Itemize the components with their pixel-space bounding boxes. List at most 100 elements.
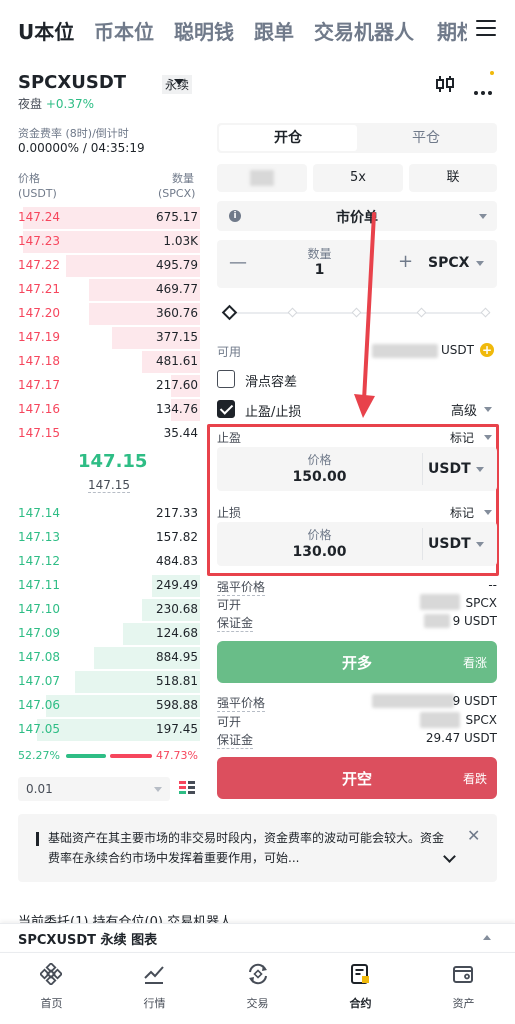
bid-row[interactable]: 147.07 518.81	[0, 670, 210, 694]
close-icon[interactable]: ✕	[467, 826, 480, 845]
margin-asset-select[interactable]	[217, 164, 307, 192]
bid-row[interactable]: 147.05 197.45	[0, 718, 210, 742]
nav-trade[interactable]: 交易	[206, 953, 309, 1024]
ask-row[interactable]: 147.21 469.77	[0, 278, 210, 302]
open-close-toggle: 开仓 平仓	[217, 123, 497, 153]
bid-row[interactable]: 147.06 598.88	[0, 694, 210, 718]
tab-options[interactable]: 期权	[437, 16, 467, 45]
nav-assets[interactable]: 资产	[412, 953, 515, 1024]
ask-row[interactable]: 147.20 360.76	[0, 302, 210, 326]
symbol-title[interactable]: SPCXUSDT	[18, 72, 126, 93]
ask-row[interactable]: 147.15 35.44	[0, 422, 210, 446]
short-open-unit: SPCX	[465, 713, 497, 727]
candlestick-chart-icon[interactable]	[434, 74, 456, 94]
ask-qty: 377.15	[156, 330, 198, 344]
bid-row[interactable]: 147.08 884.95	[0, 646, 210, 670]
tpsl-checkbox[interactable]	[217, 400, 235, 418]
tp-unit-select[interactable]: USDT	[428, 461, 471, 477]
available-label: 可用	[217, 345, 242, 359]
open-short-button[interactable]: 开空 看跌	[217, 757, 497, 799]
slider-handle[interactable]	[221, 304, 238, 321]
order-type-select[interactable]: i 市价单	[217, 201, 497, 231]
ask-price: 147.23	[18, 234, 60, 248]
bid-price: 147.12	[18, 554, 60, 568]
slider-tick[interactable]	[416, 307, 427, 318]
ask-row[interactable]: 147.22 495.79	[0, 254, 210, 278]
nav-home[interactable]: 首页	[0, 953, 103, 1024]
long-margin-label: 保证金	[217, 616, 254, 632]
nav-markets[interactable]: 行情	[103, 953, 206, 1024]
slippage-label: 滑点容差	[245, 375, 298, 390]
orderbook-layout-icon[interactable]	[178, 779, 196, 797]
ask-qty: 217.60	[156, 378, 198, 392]
bid-row[interactable]: 147.09 124.68	[0, 622, 210, 646]
ask-row[interactable]: 147.23 1.03K	[0, 230, 210, 254]
sl-trigger-select[interactable]: 标记	[450, 504, 474, 521]
margin-mode-button[interactable]: 联	[409, 164, 497, 192]
tab-close-position[interactable]: 平仓	[357, 125, 495, 151]
tp-price-value[interactable]: 150.00	[217, 469, 422, 485]
trade-exchange-icon	[249, 963, 267, 985]
last-price[interactable]: 147.15	[78, 451, 147, 472]
sl-price-input[interactable]: 价格 130.00 USDT	[217, 522, 497, 566]
bid-price: 147.13	[18, 530, 60, 544]
add-funds-icon[interactable]: +	[480, 343, 494, 357]
bid-row[interactable]: 147.13 157.82	[0, 526, 210, 550]
sell-ratio-bar	[110, 754, 152, 758]
bid-qty: 124.68	[156, 626, 198, 640]
ob-qty-unit: (SPCX)	[158, 187, 196, 200]
bearish-label: 看跌	[462, 772, 487, 786]
slider-tick[interactable]	[351, 307, 362, 318]
slider-tick[interactable]	[287, 307, 298, 318]
orders-tabs-row[interactable]: 当前委托(1) 持有仓位(0) 交易机器人	[18, 911, 497, 923]
tab-open-position[interactable]: 开仓	[219, 125, 357, 151]
bid-row[interactable]: 147.10 230.68	[0, 598, 210, 622]
notice-bar-icon	[36, 832, 39, 846]
short-margin-label: 保证金	[217, 733, 254, 749]
ask-row[interactable]: 147.24 675.17	[0, 206, 210, 230]
slider-tick[interactable]	[480, 307, 491, 318]
ask-qty: 35.44	[163, 426, 198, 440]
bid-row[interactable]: 147.11 249.49	[0, 574, 210, 598]
sl-price-value[interactable]: 130.00	[217, 544, 422, 560]
tab-copy-trading[interactable]: 跟单	[254, 16, 294, 45]
tab-usdm[interactable]: U本位	[18, 16, 74, 45]
funding-rate-label: 资金费率 (8时)/倒计时	[18, 127, 129, 140]
sl-unit-select[interactable]: USDT	[428, 536, 471, 552]
symbol-dropdown-icon[interactable]	[174, 79, 184, 85]
nav-futures[interactable]: 合约	[309, 953, 412, 1024]
leverage-button[interactable]: 5x	[313, 164, 403, 192]
ask-row[interactable]: 147.17 217.60	[0, 374, 210, 398]
advanced-button[interactable]: 高级	[451, 400, 477, 419]
bid-row[interactable]: 147.14 217.33	[0, 502, 210, 526]
bid-row[interactable]: 147.12 484.83	[0, 550, 210, 574]
depth-step-select[interactable]: 0.01	[18, 777, 170, 801]
tab-smart-money[interactable]: 聪明钱	[174, 16, 234, 45]
slippage-checkbox[interactable]	[217, 370, 235, 388]
plus-icon[interactable]: +	[398, 251, 413, 272]
open-long-button[interactable]: 开多 看涨	[217, 641, 497, 683]
quantity-stepper[interactable]: — 数量 1 + SPCX	[217, 240, 497, 288]
depth-step-value: 0.01	[26, 782, 53, 796]
ask-row[interactable]: 147.19 377.15	[0, 326, 210, 350]
stop-loss-label: 止损	[217, 506, 242, 520]
tab-coinm[interactable]: 币本位	[94, 16, 154, 45]
more-options-icon[interactable]	[474, 71, 496, 95]
bid-qty: 518.81	[156, 674, 198, 688]
ask-row[interactable]: 147.16 134.76	[0, 398, 210, 422]
hamburger-menu-icon[interactable]	[476, 20, 496, 38]
chevron-down-icon	[484, 407, 492, 412]
quantity-slider[interactable]	[221, 304, 491, 321]
chevron-up-icon[interactable]	[483, 935, 491, 940]
quantity-value[interactable]: 1	[217, 262, 422, 278]
nav-assets-label: 资产	[452, 997, 475, 1010]
long-open-unit: SPCX	[465, 596, 497, 610]
quantity-unit-select[interactable]: SPCX	[428, 255, 469, 271]
ask-row[interactable]: 147.18 481.61	[0, 350, 210, 374]
tp-price-input[interactable]: 价格 150.00 USDT	[217, 447, 497, 491]
chart-bar[interactable]: SPCXUSDT 永续 图表	[0, 923, 515, 951]
bid-price: 147.14	[18, 506, 60, 520]
bid-price: 147.05	[18, 722, 60, 736]
tp-trigger-select[interactable]: 标记	[450, 429, 474, 446]
tab-trading-bots[interactable]: 交易机器人	[314, 16, 414, 45]
